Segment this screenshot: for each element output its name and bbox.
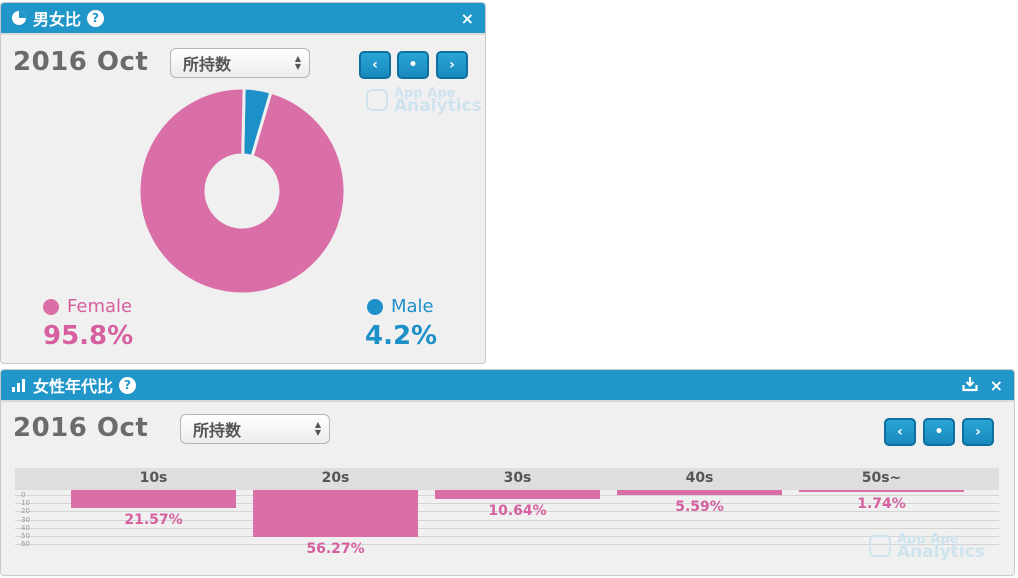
select-arrows-icon: ▲ ▼ — [314, 420, 321, 437]
pie-chart-icon — [12, 11, 26, 25]
app-ape-watermark: App Ape Analytics — [869, 533, 985, 561]
age-bar — [71, 490, 236, 509]
prev-month-button[interactable]: ‹ — [884, 418, 916, 446]
date-label: 2016 Oct — [13, 413, 149, 443]
age-bar — [799, 490, 964, 492]
y-tick-label: 20 — [21, 507, 30, 516]
female-age-ratio-panel: 女性年代比 ? × 2016 Oct 所持数 ▲ ▼ ‹ • › 0 10 20 30 4… — [0, 369, 1015, 576]
bar-chart-icon — [12, 379, 25, 392]
help-icon[interactable]: ? — [87, 9, 105, 27]
male-percentage: 4.2% — [365, 321, 438, 351]
next-month-button[interactable]: › — [962, 418, 994, 446]
y-tick-label: 40 — [21, 523, 30, 532]
help-icon[interactable]: ? — [119, 376, 137, 394]
download-icon[interactable] — [962, 376, 978, 396]
y-tick-label: 0 — [21, 491, 26, 499]
age-panel-header: 女性年代比 ? × — [1, 370, 1014, 402]
donut-slice-female — [137, 86, 347, 296]
male-legend-label: Male — [391, 296, 434, 317]
y-tick-label: 60 — [21, 540, 30, 549]
metric-select[interactable]: 所持数 ▲ ▼ — [180, 414, 330, 444]
metric-select-value: 所持数 — [193, 421, 242, 440]
gender-ratio-panel: 男女比 ? × 2016 Oct 所持数 ▲ ▼ ‹ • › App Ape An… — [0, 2, 486, 364]
y-tick-label: 50 — [21, 532, 30, 540]
prev-month-button[interactable]: ‹ — [359, 51, 391, 79]
female-percentage: 95.8% — [43, 321, 134, 351]
ape-logo-icon — [869, 535, 891, 557]
metric-select[interactable]: 所持数 ▲ ▼ — [170, 48, 310, 78]
y-tick-label: 10 — [21, 499, 30, 508]
app-ape-watermark: App Ape Analytics — [366, 87, 482, 115]
gridline — [15, 544, 999, 546]
gender-panel-title: 男女比 — [33, 10, 82, 29]
age-bar-value-label: 10.64% — [488, 502, 547, 519]
age-bar-value-label: 1.74% — [857, 496, 906, 512]
current-month-button[interactable]: • — [923, 418, 955, 446]
close-icon[interactable]: × — [990, 376, 1003, 395]
age-bar-value-label: 56.27% — [306, 541, 365, 557]
age-panel-title: 女性年代比 — [33, 377, 114, 396]
age-bar — [253, 490, 418, 537]
select-arrows-icon: ▲ ▼ — [294, 54, 301, 71]
age-bar — [617, 490, 782, 495]
y-tick-label: 30 — [21, 515, 30, 524]
gridline — [15, 536, 999, 537]
date-label: 2016 Oct — [13, 47, 149, 77]
age-bar-value-label: 21.57% — [124, 512, 183, 529]
gender-panel-header: 男女比 ? × — [1, 3, 485, 35]
close-icon[interactable]: × — [461, 9, 474, 28]
age-category-header: 30s — [503, 470, 532, 486]
age-category-header: 10s — [139, 470, 168, 486]
gender-donut-chart — [137, 86, 347, 296]
age-bar-value-label: 5.59% — [675, 498, 724, 515]
next-month-button[interactable]: › — [436, 51, 468, 79]
age-bar — [435, 490, 600, 499]
age-category-header: 50s~ — [861, 470, 902, 486]
metric-select-value: 所持数 — [183, 55, 232, 74]
current-month-button[interactable]: • — [397, 51, 429, 79]
age-category-header: 20s — [321, 470, 350, 486]
female-legend-label: Female — [67, 296, 133, 317]
ape-logo-icon — [366, 89, 388, 111]
age-category-header: 40s — [685, 470, 714, 486]
female-legend-dot — [43, 299, 59, 315]
male-legend-dot — [367, 299, 383, 315]
